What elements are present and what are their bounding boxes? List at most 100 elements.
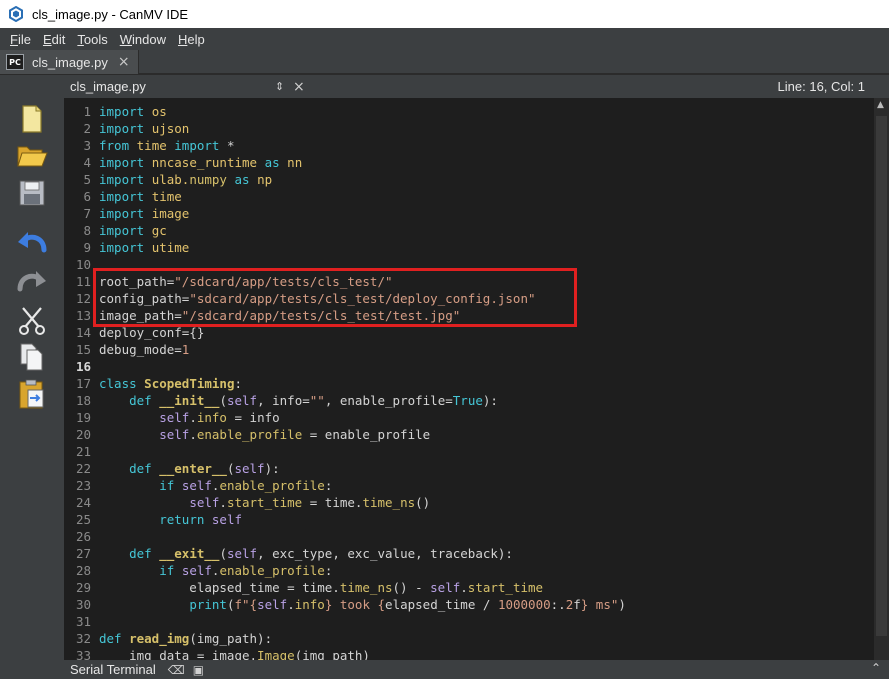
code-line[interactable]: 32 def read_img(img_path): bbox=[64, 630, 874, 647]
code-line[interactable]: 30 print(f"{self.info} took {elapsed_tim… bbox=[64, 596, 874, 613]
line-number: 20 bbox=[75, 427, 91, 442]
line-number: 19 bbox=[75, 410, 91, 425]
line-number: 5 bbox=[83, 172, 91, 187]
code-line[interactable]: 17 class ScopedTiming: bbox=[64, 375, 874, 392]
code-line[interactable]: 29 elapsed_time = time.time_ns() - self.… bbox=[64, 579, 874, 596]
code-line[interactable]: 1 import os bbox=[64, 103, 874, 120]
code-text: def __enter__(self): bbox=[129, 461, 280, 476]
line-number: 28 bbox=[75, 563, 91, 578]
code-text: root_path="/sdcard/app/tests/cls_test/" bbox=[99, 274, 393, 289]
code-line[interactable]: 15 debug_mode=1 bbox=[64, 341, 874, 358]
file-tab-bar: PC cls_image.py × bbox=[0, 50, 889, 74]
close-icon[interactable]: × bbox=[118, 54, 130, 70]
expand-panel-icon[interactable]: ⌃ bbox=[871, 661, 881, 675]
line-number: 32 bbox=[75, 631, 91, 646]
window-title: cls_image.py - CanMV IDE bbox=[32, 6, 189, 22]
code-line[interactable]: 20 self.enable_profile = enable_profile bbox=[64, 426, 874, 443]
canmv-logo-icon bbox=[9, 6, 23, 22]
redo-icon bbox=[17, 271, 46, 292]
copy-button[interactable] bbox=[14, 340, 50, 374]
code-line[interactable]: 23 if self.enable_profile: bbox=[64, 477, 874, 494]
code-line[interactable]: 13 image_path="/sdcard/app/tests/cls_test… bbox=[64, 307, 874, 324]
line-number: 3 bbox=[83, 138, 91, 153]
code-line[interactable]: 10 bbox=[64, 256, 874, 273]
line-number: 22 bbox=[75, 461, 91, 476]
code-line[interactable]: 21 bbox=[64, 443, 874, 460]
menu-bar: File Edit Tools Window Help bbox=[0, 28, 889, 50]
code-text: print(f"{self.info} took {elapsed_time /… bbox=[189, 597, 626, 612]
menu-help[interactable]: Help bbox=[172, 32, 211, 47]
open-file-button[interactable] bbox=[14, 137, 50, 171]
code-line[interactable]: 8 import gc bbox=[64, 222, 874, 239]
cursor-position: Line: 16, Col: 1 bbox=[777, 79, 865, 94]
menu-window[interactable]: Window bbox=[114, 32, 172, 47]
code-text: def __init__(self, info="", enable_profi… bbox=[129, 393, 498, 408]
menu-edit[interactable]: Edit bbox=[37, 32, 71, 47]
line-number: 30 bbox=[75, 597, 91, 612]
save-button[interactable] bbox=[14, 176, 50, 210]
code-text: debug_mode=1 bbox=[99, 342, 190, 357]
scrollbar-thumb[interactable] bbox=[876, 116, 887, 636]
line-number: 27 bbox=[75, 546, 91, 561]
save-icon bbox=[19, 180, 45, 206]
code-line[interactable]: 19 self.info = info bbox=[64, 409, 874, 426]
folder-open-icon bbox=[17, 146, 48, 167]
paste-button[interactable] bbox=[14, 377, 50, 411]
line-number: 18 bbox=[75, 393, 91, 408]
vertical-scrollbar[interactable]: ▲ bbox=[874, 98, 889, 660]
code-line[interactable]: 24 self.start_time = time.time_ns() bbox=[64, 494, 874, 511]
code-content[interactable]: 1 import os 2 import ujson 3 from time import… bbox=[64, 103, 874, 660]
editor-header: cls_image.py ⇕ × Line: 16, Col: 1 bbox=[64, 75, 889, 98]
code-line[interactable]: 22 def __enter__(self): bbox=[64, 460, 874, 477]
code-text: import ujson bbox=[99, 121, 190, 136]
document-selector[interactable]: cls_image.py bbox=[70, 79, 275, 94]
menu-file[interactable]: File bbox=[4, 32, 37, 47]
line-number: 29 bbox=[75, 580, 91, 595]
code-line[interactable]: 26 bbox=[64, 528, 874, 545]
code-line[interactable]: 4 import nncase_runtime as nn bbox=[64, 154, 874, 171]
code-editor[interactable]: 1 import os 2 import ujson 3 from time import… bbox=[64, 98, 874, 660]
menu-tools[interactable]: Tools bbox=[71, 32, 113, 47]
serial-terminal-tab[interactable]: Serial Terminal bbox=[70, 662, 156, 677]
code-line[interactable]: 5 import ulab.numpy as np bbox=[64, 171, 874, 188]
cut-button[interactable] bbox=[14, 303, 50, 337]
line-number: 11 bbox=[75, 274, 91, 289]
save-log-icon[interactable]: ▣ bbox=[193, 663, 204, 677]
python-file-icon: PC bbox=[6, 54, 24, 70]
scroll-up-icon[interactable]: ▲ bbox=[877, 100, 884, 110]
code-text: self.enable_profile = enable_profile bbox=[159, 427, 431, 442]
code-line[interactable]: 9 import utime bbox=[64, 239, 874, 256]
paste-icon bbox=[19, 379, 44, 409]
code-line[interactable]: 31 bbox=[64, 613, 874, 630]
undo-button[interactable] bbox=[14, 225, 50, 259]
code-line[interactable]: 7 import image bbox=[64, 205, 874, 222]
new-file-button[interactable] bbox=[14, 102, 50, 136]
code-line[interactable]: 3 from time import * bbox=[64, 137, 874, 154]
updown-arrows-icon[interactable]: ⇕ bbox=[275, 80, 293, 93]
code-line[interactable]: 25 return self bbox=[64, 511, 874, 528]
code-line[interactable]: 33 img_data = image.Image(img_path) bbox=[64, 647, 874, 660]
code-text: class ScopedTiming: bbox=[99, 376, 243, 391]
line-number: 23 bbox=[75, 478, 91, 493]
code-text: image_path="/sdcard/app/tests/cls_test/t… bbox=[99, 308, 461, 323]
line-number: 33 bbox=[75, 648, 91, 660]
line-number: 13 bbox=[75, 308, 91, 323]
code-line[interactable]: 6 import time bbox=[64, 188, 874, 205]
line-number: 1 bbox=[83, 104, 91, 119]
code-line[interactable]: 11 root_path="/sdcard/app/tests/cls_test/… bbox=[64, 273, 874, 290]
code-line[interactable]: 12 config_path="sdcard/app/tests/cls_test… bbox=[64, 290, 874, 307]
code-line[interactable]: 28 if self.enable_profile: bbox=[64, 562, 874, 579]
code-text: def __exit__(self, exc_type, exc_value, … bbox=[129, 546, 513, 561]
code-line[interactable]: 2 import ujson bbox=[64, 120, 874, 137]
file-tab[interactable]: PC cls_image.py × bbox=[0, 50, 139, 74]
clear-terminal-icon[interactable]: ⌫ bbox=[168, 663, 185, 677]
code-line[interactable]: 27 def __exit__(self, exc_type, exc_valu… bbox=[64, 545, 874, 562]
code-line[interactable]: 18 def __init__(self, info="", enable_pr… bbox=[64, 392, 874, 409]
line-number: 16 bbox=[75, 359, 91, 374]
close-document-icon[interactable]: × bbox=[293, 79, 305, 95]
code-text: def read_img(img_path): bbox=[99, 631, 273, 646]
redo-button[interactable] bbox=[14, 264, 50, 298]
code-line[interactable]: 14 deploy_conf={} bbox=[64, 324, 874, 341]
code-line[interactable]: 16 bbox=[64, 358, 874, 375]
left-toolbar bbox=[0, 75, 64, 679]
